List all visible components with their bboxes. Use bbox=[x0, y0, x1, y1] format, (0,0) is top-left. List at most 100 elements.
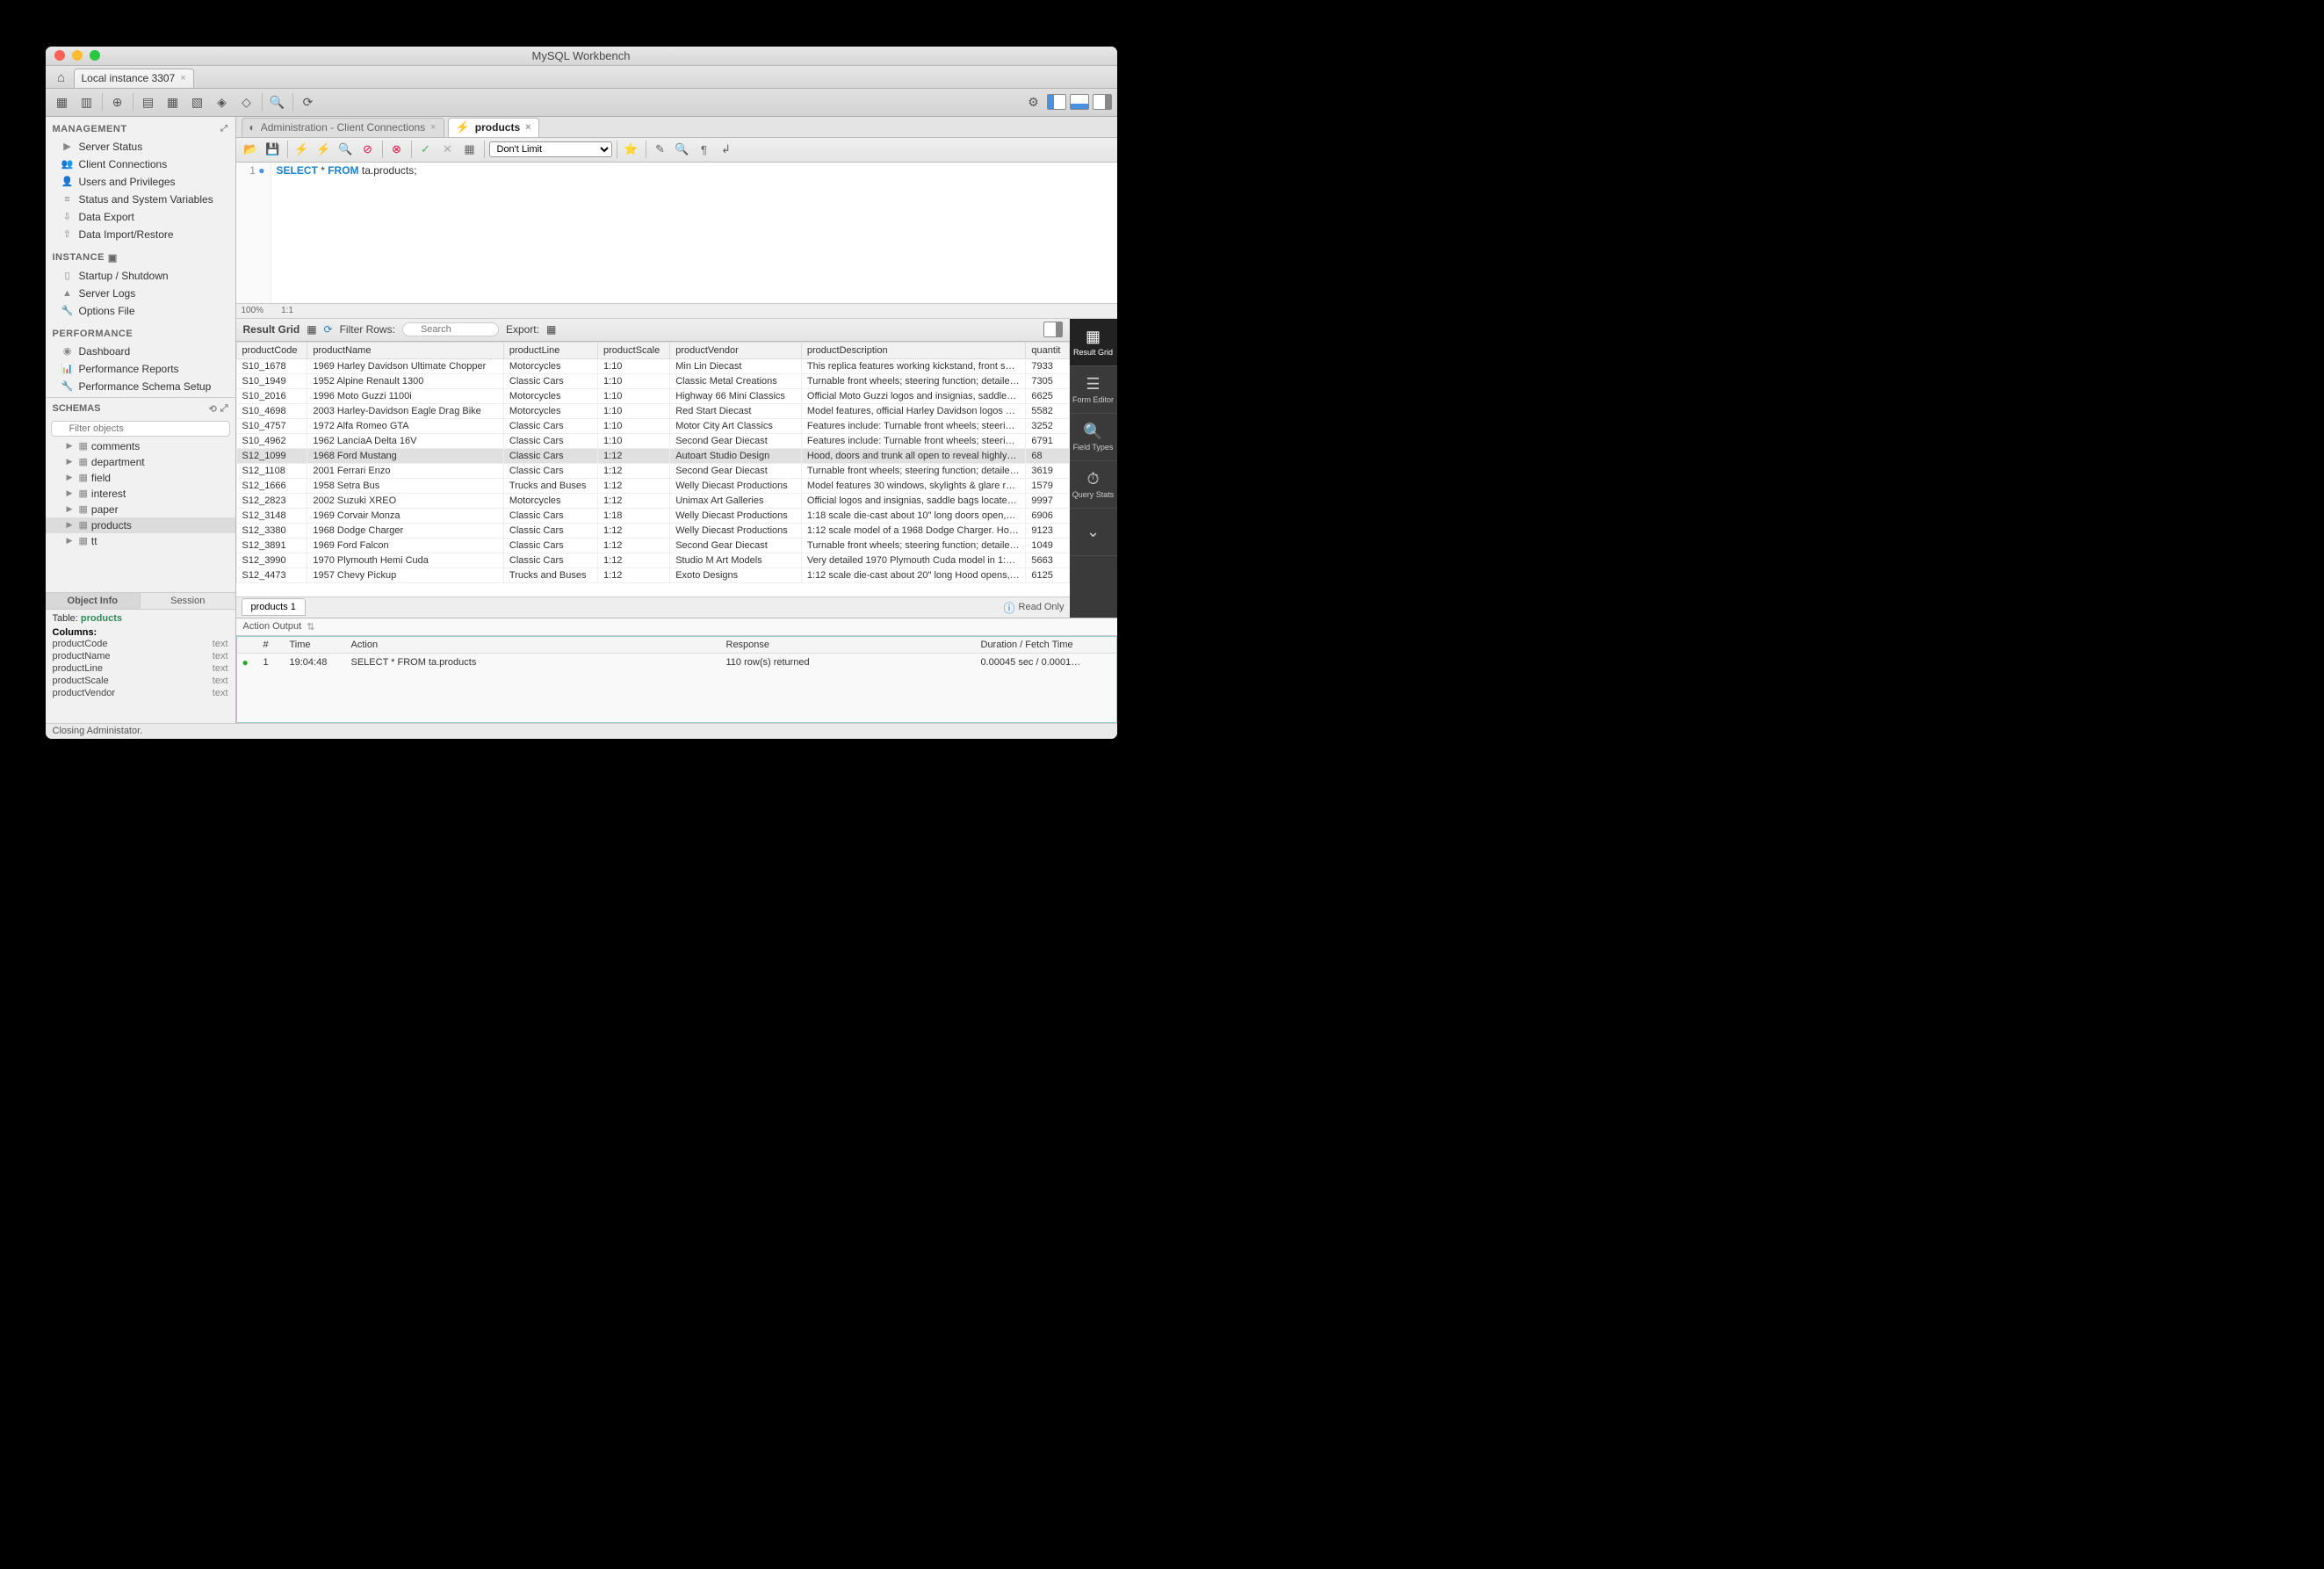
table-row[interactable]: S12_31481969 Corvair MonzaClassic Cars1:… bbox=[236, 508, 1069, 523]
table-row[interactable]: S10_49621962 LanciaA Delta 16VClassic Ca… bbox=[236, 433, 1069, 448]
tree-item-field[interactable]: ▶▦field bbox=[46, 470, 235, 486]
sidebar-item-reports[interactable]: 📊Performance Reports bbox=[46, 360, 235, 378]
table-row[interactable]: S12_10991968 Ford MustangClassic Cars1:1… bbox=[236, 448, 1069, 463]
collapse-icon[interactable]: ⤢ bbox=[220, 124, 228, 134]
sidebar-item-logs[interactable]: ▲Server Logs bbox=[46, 285, 235, 302]
refresh-result-icon[interactable]: ⟳ bbox=[324, 323, 333, 336]
table-row[interactable]: S12_38911969 Ford FalconClassic Cars1:12… bbox=[236, 538, 1069, 553]
sidebar-item-import[interactable]: ⇧Data Import/Restore bbox=[46, 226, 235, 243]
tree-item-comments[interactable]: ▶▦comments bbox=[46, 438, 235, 454]
dropdown-icon[interactable]: ⇅ bbox=[307, 621, 314, 633]
close-icon[interactable]: × bbox=[525, 122, 530, 133]
open-file-icon[interactable]: 📂 bbox=[242, 141, 261, 158]
inspector-icon[interactable]: ⊕ bbox=[106, 91, 129, 112]
new-sql-tab-icon[interactable]: ▦ bbox=[51, 91, 74, 112]
tree-item-department[interactable]: ▶▦department bbox=[46, 454, 235, 470]
execute-step-icon[interactable]: ⚡ bbox=[314, 141, 334, 158]
maximize-icon[interactable] bbox=[90, 50, 100, 61]
table-row[interactable]: S10_47571972 Alfa Romeo GTAClassic Cars1… bbox=[236, 418, 1069, 433]
table-row[interactable]: S12_44731957 Chevy PickupTrucks and Buse… bbox=[236, 568, 1069, 582]
sidebar-item-users[interactable]: 👤Users and Privileges bbox=[46, 173, 235, 191]
table-row[interactable]: S10_20161996 Moto Guzzi 1100iMotorcycles… bbox=[236, 388, 1069, 403]
sidebar-item-schema-setup[interactable]: 🔧Performance Schema Setup bbox=[46, 378, 235, 395]
toggle-bottom-panel-icon[interactable] bbox=[1070, 94, 1089, 110]
close-icon[interactable] bbox=[54, 50, 65, 61]
column-header[interactable]: productDescription bbox=[801, 342, 1026, 358]
find-icon[interactable]: 🔍 bbox=[673, 141, 692, 158]
table-row[interactable]: S10_19491952 Alpine Renault 1300Classic … bbox=[236, 373, 1069, 388]
sidebar-item-server-status[interactable]: ▶Server Status bbox=[46, 138, 235, 155]
table-row[interactable]: S12_39901970 Plymouth Hemi CudaClassic C… bbox=[236, 553, 1069, 568]
rollback-icon[interactable]: ✕ bbox=[438, 141, 458, 158]
beautify-icon[interactable]: ✎ bbox=[651, 141, 670, 158]
tree-item-products[interactable]: ▶▦products bbox=[46, 517, 235, 533]
tool-field-types[interactable]: 🔍Field Types bbox=[1070, 414, 1117, 461]
table-row[interactable]: S10_16781969 Harley Davidson Ultimate Ch… bbox=[236, 358, 1069, 373]
commit-icon[interactable]: ✓ bbox=[416, 141, 436, 158]
object-info-tab[interactable]: Object Info bbox=[46, 593, 141, 609]
column-header[interactable]: productName bbox=[307, 342, 503, 358]
limit-select[interactable]: Don't Limit bbox=[489, 141, 612, 157]
table-row[interactable]: S10_46982003 Harley-Davidson Eagle Drag … bbox=[236, 403, 1069, 418]
table-row[interactable]: S12_16661958 Setra BusTrucks and Buses1:… bbox=[236, 478, 1069, 493]
reconnect-icon[interactable]: ⟳ bbox=[297, 91, 320, 112]
save-file-icon[interactable]: 💾 bbox=[263, 141, 283, 158]
tool-form-editor[interactable]: ☰Form Editor bbox=[1070, 366, 1117, 414]
tree-item-interest[interactable]: ▶▦interest bbox=[46, 486, 235, 502]
close-icon[interactable]: × bbox=[430, 122, 436, 133]
create-table-icon[interactable]: ▦ bbox=[162, 91, 184, 112]
expand-icon[interactable]: ⤢ bbox=[220, 403, 228, 415]
stop-icon[interactable]: ⊘ bbox=[358, 141, 378, 158]
execute-icon[interactable]: ⚡ bbox=[292, 141, 312, 158]
sidebar-item-dashboard[interactable]: ◉Dashboard bbox=[46, 343, 235, 360]
schema-filter-input[interactable] bbox=[51, 421, 230, 437]
column-header[interactable]: productVendor bbox=[670, 342, 802, 358]
tool-query-stats[interactable]: ⏱Query Stats bbox=[1070, 461, 1117, 509]
create-func-icon[interactable]: ◇ bbox=[235, 91, 258, 112]
create-schema-icon[interactable]: ▤ bbox=[137, 91, 160, 112]
table-row[interactable]: S12_28232002 Suzuki XREOMotorcycles1:12U… bbox=[236, 493, 1069, 508]
session-tab[interactable]: Session bbox=[141, 593, 235, 609]
sidebar-item-status-vars[interactable]: ≡Status and System Variables bbox=[46, 191, 235, 208]
column-header[interactable]: quantit bbox=[1026, 342, 1069, 358]
close-tab-icon[interactable]: × bbox=[180, 73, 185, 83]
sidebar-item-options[interactable]: 🔧Options File bbox=[46, 302, 235, 320]
create-view-icon[interactable]: ▧ bbox=[186, 91, 209, 112]
sidebar-item-export[interactable]: ⇩Data Export bbox=[46, 208, 235, 226]
settings-icon[interactable]: ⚙ bbox=[1022, 91, 1045, 112]
toggle-result-side-icon[interactable] bbox=[1043, 322, 1063, 337]
zoom-level[interactable]: 100% bbox=[242, 306, 264, 315]
sql-editor[interactable]: 1 ● SELECT * FROM ta.products; bbox=[236, 163, 1117, 303]
minimize-icon[interactable] bbox=[72, 50, 83, 61]
connection-tab[interactable]: Local instance 3307 × bbox=[74, 69, 194, 88]
star-icon[interactable]: ⭐ bbox=[622, 141, 641, 158]
tool-more[interactable]: ⌄ bbox=[1070, 509, 1117, 556]
wrap-icon[interactable]: ↲ bbox=[717, 141, 736, 158]
toggle-whitespace-icon[interactable]: ¶ bbox=[695, 141, 714, 158]
result-grid[interactable]: productCodeproductNameproductLineproduct… bbox=[236, 342, 1070, 597]
export-icon[interactable]: ▦ bbox=[546, 323, 556, 336]
result-tab-products1[interactable]: products 1 bbox=[242, 598, 306, 616]
sidebar-item-client-connections[interactable]: 👥Client Connections bbox=[46, 155, 235, 173]
autocommit-icon[interactable]: ▦ bbox=[460, 141, 480, 158]
toggle-left-panel-icon[interactable] bbox=[1047, 94, 1066, 110]
grid-view-icon[interactable]: ▦ bbox=[307, 323, 316, 336]
filter-rows-input[interactable] bbox=[402, 322, 499, 336]
column-header[interactable]: productLine bbox=[503, 342, 597, 358]
open-sql-file-icon[interactable]: ▥ bbox=[76, 91, 98, 112]
create-proc-icon[interactable]: ◈ bbox=[211, 91, 234, 112]
action-row[interactable]: ● 1 19:04:48 SELECT * FROM ta.products 1… bbox=[237, 653, 1116, 671]
home-icon[interactable]: ⌂ bbox=[49, 69, 74, 88]
tool-result-grid[interactable]: ▦Result Grid bbox=[1070, 319, 1117, 366]
refresh-icon[interactable]: ⟲ bbox=[208, 403, 216, 415]
toggle-stop-icon[interactable]: ⊗ bbox=[387, 141, 407, 158]
table-row[interactable]: S12_33801968 Dodge ChargerClassic Cars1:… bbox=[236, 523, 1069, 538]
toggle-right-panel-icon[interactable] bbox=[1093, 94, 1112, 110]
search-table-icon[interactable]: 🔍 bbox=[266, 91, 289, 112]
editor-tab-admin[interactable]: ◐Administration - Client Connections× bbox=[242, 118, 444, 137]
table-row[interactable]: S12_11082001 Ferrari EnzoClassic Cars1:1… bbox=[236, 463, 1069, 478]
tree-item-tt[interactable]: ▶▦tt bbox=[46, 533, 235, 549]
column-header[interactable]: productCode bbox=[236, 342, 307, 358]
column-header[interactable]: productScale bbox=[598, 342, 670, 358]
explain-icon[interactable]: 🔍 bbox=[336, 141, 356, 158]
